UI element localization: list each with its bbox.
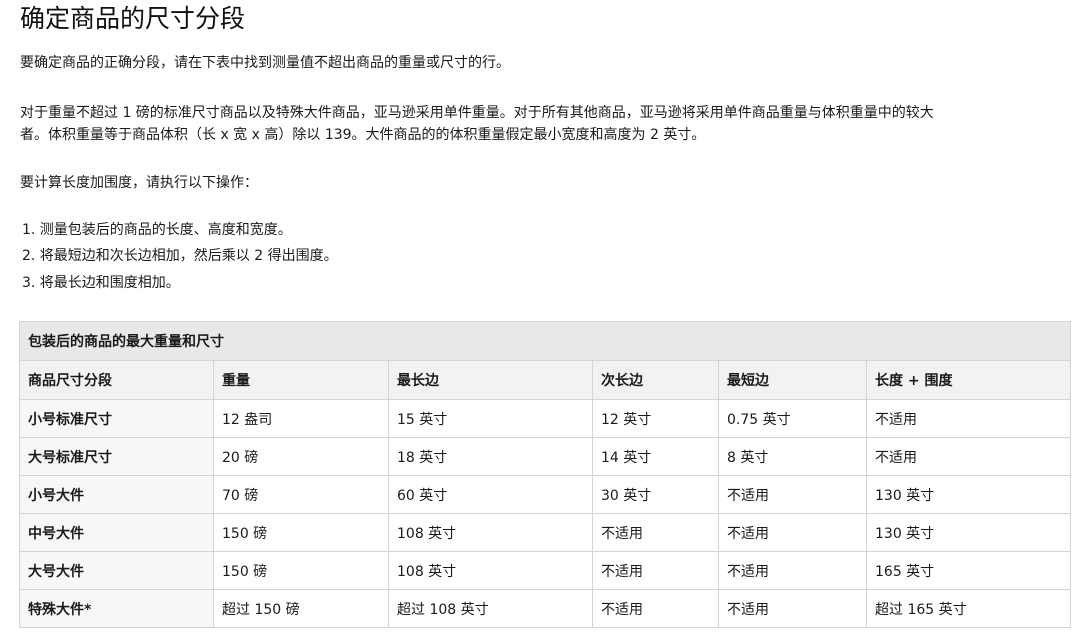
table-cell-tier: 大号大件: [19, 551, 214, 590]
table-cell: 不适用: [718, 589, 867, 628]
table-cell: 70 磅: [213, 475, 389, 514]
table-cell: 不适用: [718, 551, 867, 590]
column-header-median-side: 次长边: [592, 360, 719, 400]
table-row: 特殊大件* 超过 150 磅 超过 108 英寸 不适用 不适用 超过 165 …: [19, 589, 1072, 628]
table-cell: 超过 108 英寸: [388, 589, 593, 628]
table-cell: 超过 150 磅: [213, 589, 389, 628]
table-cell: 不适用: [718, 475, 867, 514]
table-cell: 18 英寸: [388, 437, 593, 476]
table-cell: 不适用: [592, 513, 719, 552]
column-header-weight: 重量: [213, 360, 389, 400]
table-cell-tier: 小号大件: [19, 475, 214, 514]
table-cell: 不适用: [865, 437, 1072, 476]
table-cell: 165 英寸: [865, 551, 1072, 590]
table-header-row: 商品尺寸分段 重量 最长边 次长边 最短边 长度 + 围度: [19, 360, 1072, 400]
table-row: 大号大件 150 磅 108 英寸 不适用 不适用 165 英寸: [19, 551, 1072, 590]
step-item: 2. 将最短边和次长边相加，然后乘以 2 得出围度。: [22, 248, 338, 264]
table-cell: 130 英寸: [865, 475, 1072, 514]
table-cell: 14 英寸: [592, 437, 719, 476]
table-caption: 包装后的商品的最大重量和尺寸: [18, 321, 1072, 361]
table-cell: 30 英寸: [592, 475, 719, 514]
column-header-longest-side: 最长边: [388, 360, 593, 400]
table-cell: 150 磅: [213, 551, 389, 590]
table-cell: 108 英寸: [388, 551, 593, 590]
table-row: 小号大件 70 磅 60 英寸 30 英寸 不适用 130 英寸: [19, 475, 1072, 514]
table-cell: 不适用: [592, 551, 719, 590]
page: 确定商品的尺寸分段 要确定商品的正确分段，请在下表中找到测量值不超出商品的重量或…: [0, 0, 1080, 644]
table-cell: 0.75 英寸: [718, 399, 867, 438]
table-cell-tier: 中号大件: [19, 513, 214, 552]
table-cell: 15 英寸: [388, 399, 593, 438]
column-header-tier: 商品尺寸分段: [19, 360, 214, 400]
column-header-shortest-side: 最短边: [718, 360, 867, 400]
table-caption-row: 包装后的商品的最大重量和尺寸: [18, 321, 1072, 361]
table-cell: 20 磅: [213, 437, 389, 476]
table-cell: 130 英寸: [865, 513, 1072, 552]
weight-note-line-2: 者。体积重量等于商品体积（长 x 宽 x 高）除以 139。大件商品的的体积重量…: [20, 127, 706, 143]
table-cell: 150 磅: [213, 513, 389, 552]
table-cell: 8 英寸: [718, 437, 867, 476]
table-cell: 12 英寸: [592, 399, 719, 438]
size-tier-table: 包装后的商品的最大重量和尺寸 商品尺寸分段 重量 最长边 次长边 最短边 长度 …: [18, 321, 1072, 628]
page-title: 确定商品的尺寸分段: [20, 4, 246, 33]
table-cell: 不适用: [592, 589, 719, 628]
step-item: 3. 将最长边和围度相加。: [22, 275, 180, 291]
table-row: 中号大件 150 磅 108 英寸 不适用 不适用 130 英寸: [19, 513, 1072, 552]
table-cell: 不适用: [718, 513, 867, 552]
calc-intro: 要计算长度加围度，请执行以下操作：: [20, 175, 258, 191]
column-header-length-girth: 长度 + 围度: [865, 360, 1072, 400]
table-row: 大号标准尺寸 20 磅 18 英寸 14 英寸 8 英寸 不适用: [19, 437, 1072, 476]
table-cell: 60 英寸: [388, 475, 593, 514]
table-cell-tier: 大号标准尺寸: [19, 437, 214, 476]
table-cell: 108 英寸: [388, 513, 593, 552]
table-cell: 超过 165 英寸: [865, 589, 1072, 628]
table-cell: 12 盎司: [213, 399, 389, 438]
table-row: 小号标准尺寸 12 盎司 15 英寸 12 英寸 0.75 英寸 不适用: [19, 399, 1072, 438]
table-cell-tier: 特殊大件*: [19, 589, 214, 628]
table-cell-tier: 小号标准尺寸: [19, 399, 214, 438]
table-cell: 不适用: [865, 399, 1072, 438]
step-item: 1. 测量包装后的商品的长度、高度和宽度。: [22, 222, 292, 238]
intro-paragraph: 要确定商品的正确分段，请在下表中找到测量值不超出商品的重量或尺寸的行。: [20, 55, 510, 71]
